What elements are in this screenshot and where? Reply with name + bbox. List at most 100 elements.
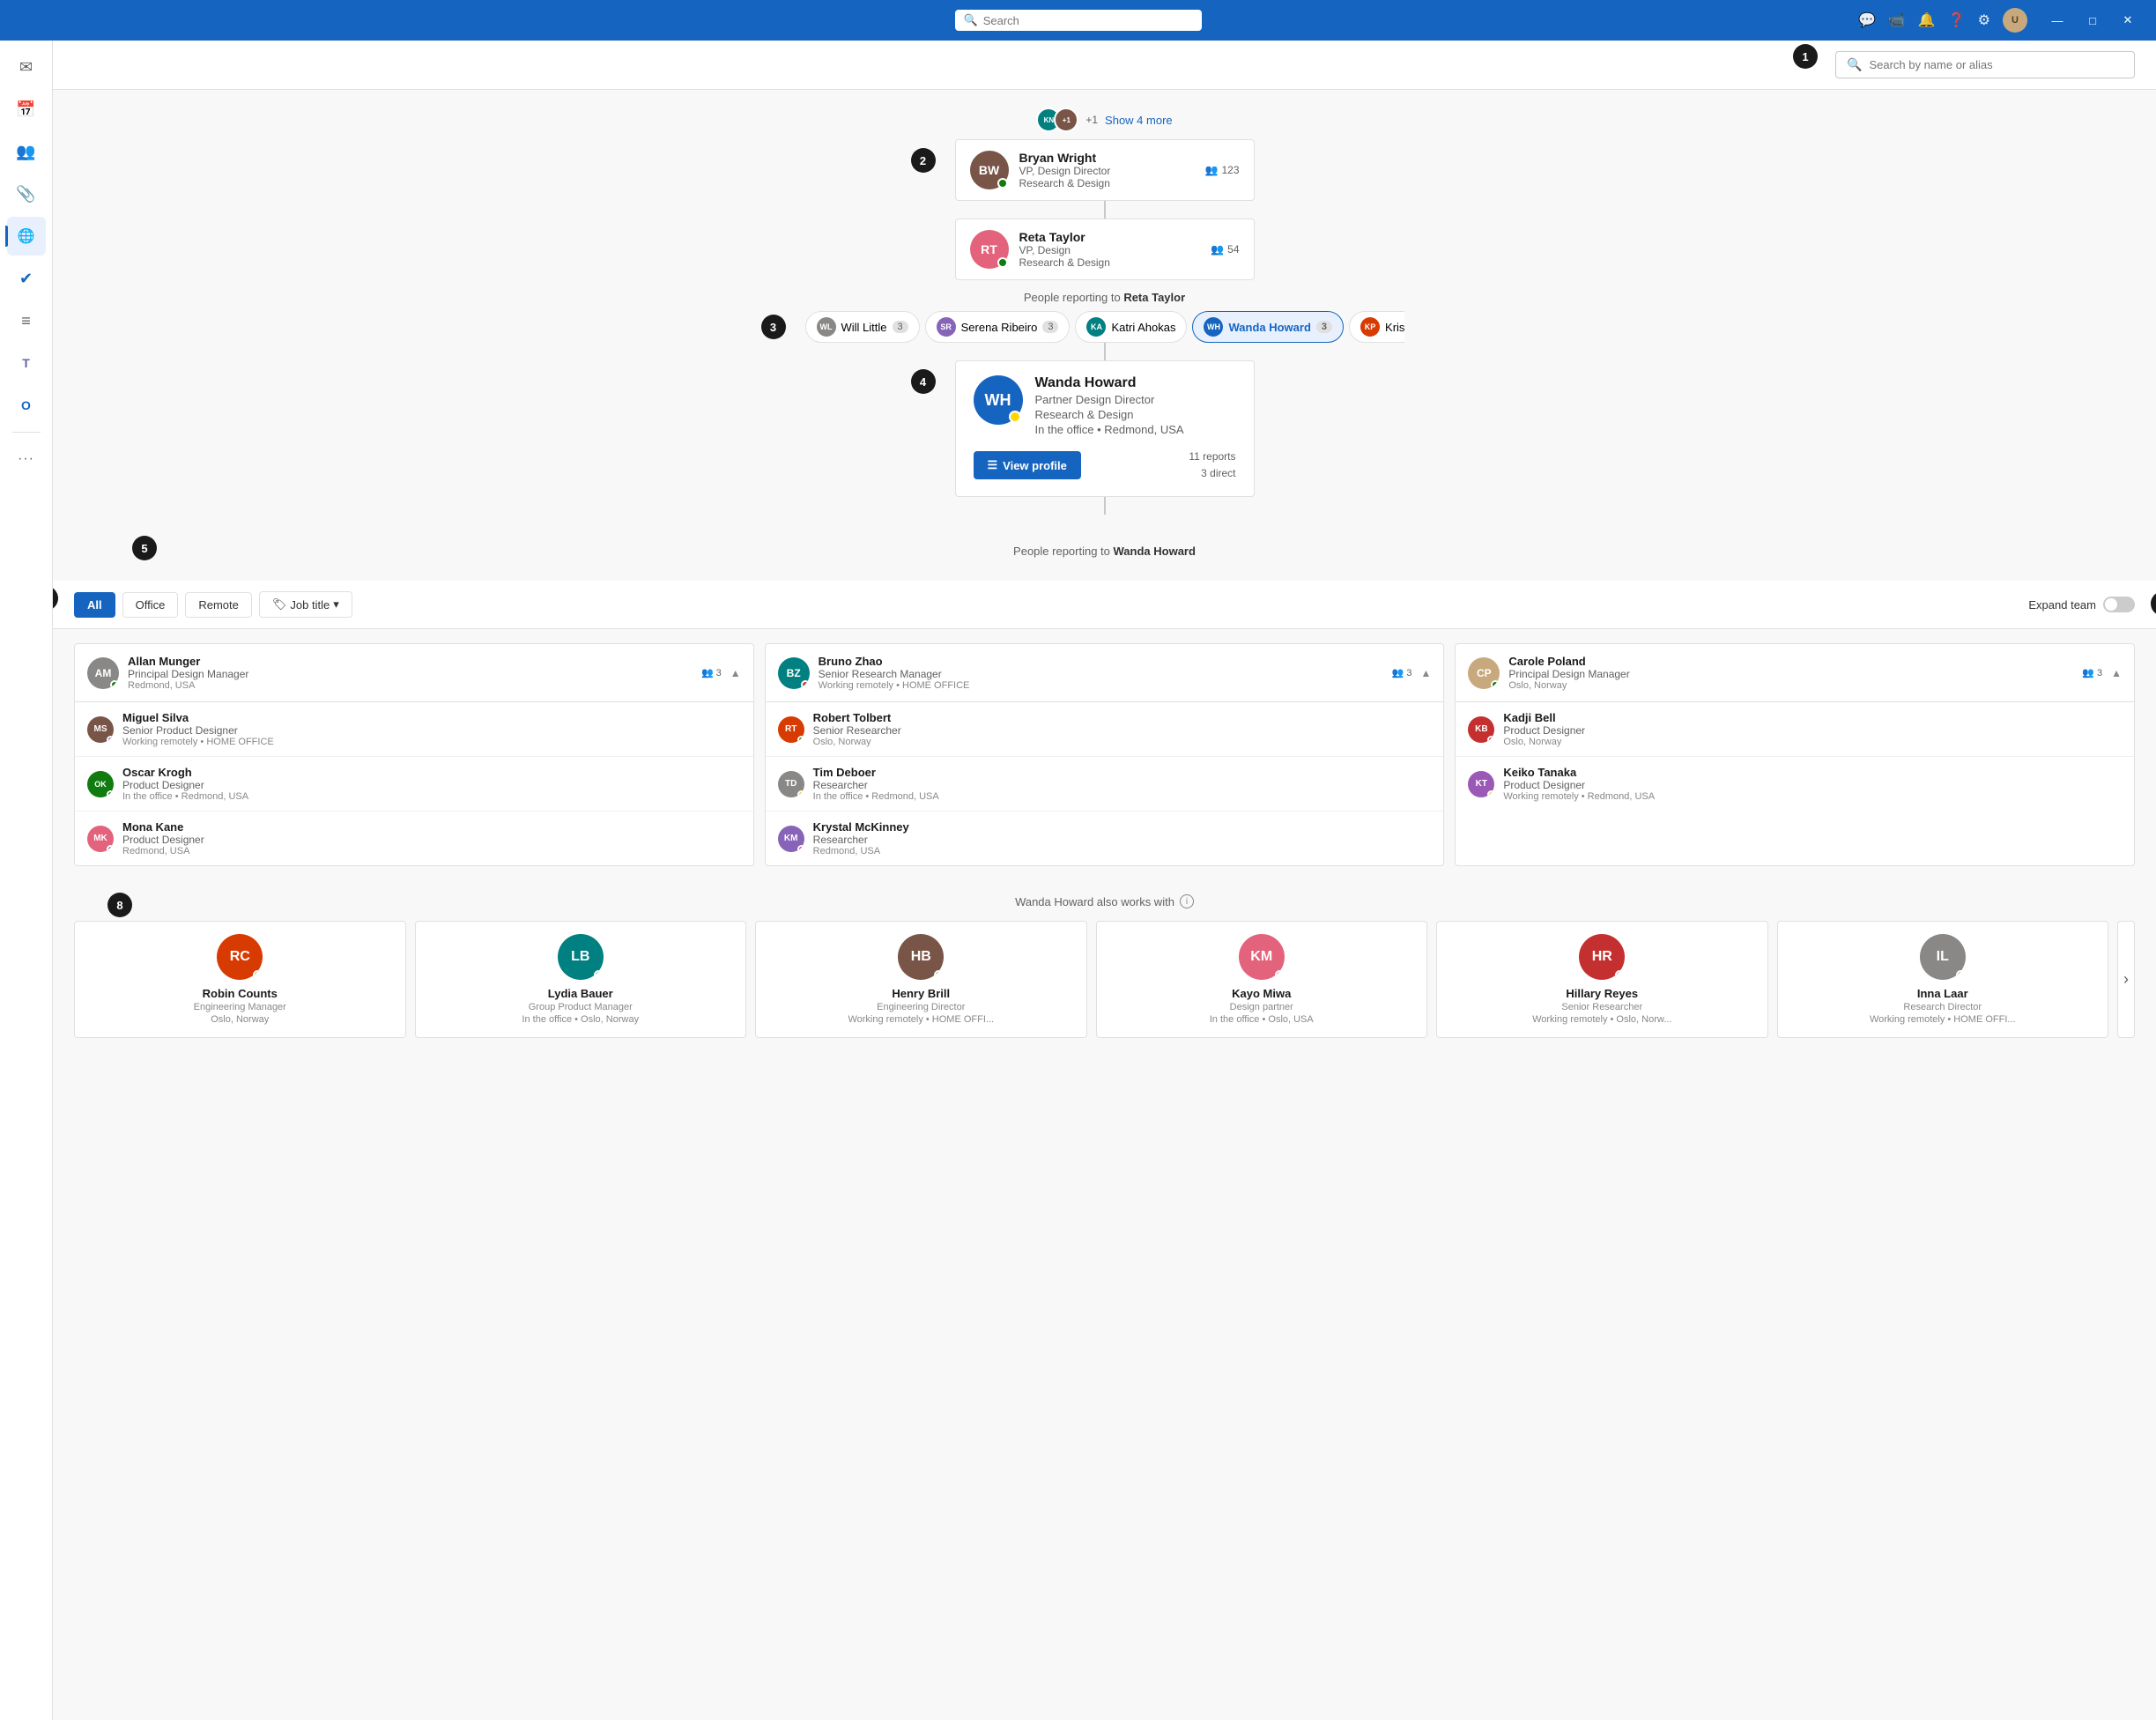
robert-loc: Oslo, Norway xyxy=(813,737,1432,747)
settings-icon[interactable]: ⚙ xyxy=(1978,11,1990,29)
collab-card-inna[interactable]: IL Inna Laar Research Director Working r… xyxy=(1777,921,2109,1038)
manager-row-carole[interactable]: CP Carole Poland Principal Design Manage… xyxy=(1456,644,2134,702)
wanda-howard-card: WH Wanda Howard Partner Design Director … xyxy=(955,360,1255,497)
sidebar-item-list[interactable]: ≡ xyxy=(7,301,46,340)
help-icon[interactable]: ❓ xyxy=(1948,11,1966,29)
mona-info: Mona Kane Product Designer Redmond, USA xyxy=(122,820,741,856)
manager-row-bruno[interactable]: BZ Bruno Zhao Senior Research Manager Wo… xyxy=(766,644,1444,702)
sidebar-item-orgchart[interactable]: 🌐 xyxy=(7,217,46,256)
expand-team-switch[interactable] xyxy=(2103,597,2135,612)
report-row-krystal[interactable]: KM Krystal McKinney Researcher Redmond, … xyxy=(766,812,1444,865)
bryan-title: VP, Design Director xyxy=(1019,165,1195,177)
bryan-name: Bryan Wright xyxy=(1019,151,1195,165)
person-card-reta[interactable]: RT Reta Taylor VP, Design Research & Des… xyxy=(955,219,1255,280)
sidebar-item-attach[interactable]: 📎 xyxy=(7,174,46,213)
carole-name: Carole Poland xyxy=(1508,655,2073,668)
inna-avatar: IL xyxy=(1920,934,1966,980)
apps-icon: O xyxy=(21,398,31,412)
reta-dept: Research & Design xyxy=(1019,256,1201,269)
also-works-title: Wanda Howard also works with i xyxy=(74,894,2135,908)
filter-office-button[interactable]: Office xyxy=(122,592,179,618)
sidebar-item-apps[interactable]: O xyxy=(7,386,46,425)
bryan-info: Bryan Wright VP, Design Director Researc… xyxy=(1019,151,1195,189)
list-icon: ≡ xyxy=(21,312,31,330)
org-search-box[interactable]: 🔍 xyxy=(1835,51,2135,78)
report-row-robert[interactable]: RT Robert Tolbert Senior Researcher Oslo… xyxy=(766,702,1444,757)
collab-card-hillary[interactable]: HR Hillary Reyes Senior Researcher Worki… xyxy=(1436,921,1768,1038)
kadji-info: Kadji Bell Product Designer Oslo, Norway xyxy=(1503,711,2122,747)
tab-will-little[interactable]: WL Will Little 3 xyxy=(805,311,920,343)
collab-card-henry[interactable]: HB Henry Brill Engineering Director Work… xyxy=(755,921,1087,1038)
allan-expand[interactable]: ▲ xyxy=(730,667,741,679)
plus-count: +1 xyxy=(1085,114,1098,126)
report-row-mona[interactable]: MK Mona Kane Product Designer Redmond, U… xyxy=(75,812,753,865)
sidebar-item-more[interactable]: ··· xyxy=(7,440,46,478)
show-more-button[interactable]: Show 4 more xyxy=(1105,114,1173,127)
tab-katri-ahokas[interactable]: KA Katri Ahokas xyxy=(1075,311,1187,343)
calendar-icon: 📅 xyxy=(16,100,35,119)
tab-kristin-name: Kristin Patte xyxy=(1385,321,1404,334)
robert-name: Robert Tolbert xyxy=(813,711,1432,724)
report-row-kadji[interactable]: KB Kadji Bell Product Designer Oslo, Nor… xyxy=(1456,702,2134,757)
nav-right-icon: › xyxy=(2123,970,2129,989)
hillary-title: Senior Researcher xyxy=(1561,1002,1642,1012)
kayo-loc: In the office • Oslo, USA xyxy=(1210,1014,1314,1025)
robert-info: Robert Tolbert Senior Researcher Oslo, N… xyxy=(813,711,1432,747)
close-button[interactable]: ✕ xyxy=(2110,0,2145,41)
collab-card-kayo[interactable]: KM Kayo Miwa Design partner In the offic… xyxy=(1096,921,1428,1038)
robert-status xyxy=(797,736,804,743)
bruno-expand[interactable]: ▲ xyxy=(1420,667,1431,679)
tim-loc: In the office • Redmond, USA xyxy=(813,791,1432,802)
sidebar-item-tasks[interactable]: ✔ xyxy=(7,259,46,298)
teams-icon: T xyxy=(22,356,30,370)
carole-loc: Oslo, Norway xyxy=(1508,680,2073,691)
title-search-input[interactable] xyxy=(983,14,1193,27)
allan-reports: 👥3 xyxy=(701,667,722,678)
title-search-box[interactable]: 🔍 xyxy=(955,10,1202,31)
meet-icon[interactable]: 📹 xyxy=(1888,11,1906,29)
carole-info: Carole Poland Principal Design Manager O… xyxy=(1508,655,2073,691)
report-row-tim[interactable]: TD Tim Deboer Researcher In the office •… xyxy=(766,757,1444,812)
sidebar-item-teams[interactable]: T xyxy=(7,344,46,382)
chat-icon[interactable]: 💬 xyxy=(1858,11,1876,29)
person-card-bryan[interactable]: BW Bryan Wright VP, Design Director Rese… xyxy=(955,139,1255,201)
view-profile-button[interactable]: ☰ View profile xyxy=(974,451,1081,479)
carole-expand[interactable]: ▲ xyxy=(2111,667,2122,679)
tab-serena-ribeiro[interactable]: SR Serena Ribeiro 3 xyxy=(925,311,1071,343)
lydia-name: Lydia Bauer xyxy=(548,987,613,1000)
maximize-button[interactable]: □ xyxy=(2075,0,2110,41)
lydia-avatar: LB xyxy=(558,934,604,980)
report-row-oscar[interactable]: OK Oscar Krogh Product Designer In the o… xyxy=(75,757,753,812)
sidebar-item-calendar[interactable]: 📅 xyxy=(7,90,46,129)
filter-all-button[interactable]: All xyxy=(74,592,115,618)
user-avatar[interactable]: U xyxy=(2003,8,2027,33)
report-row-keiko[interactable]: KT Keiko Tanaka Product Designer Working… xyxy=(1456,757,2134,811)
sidebar-item-mail[interactable]: ✉ xyxy=(7,48,46,86)
tab-will-badge: 3 xyxy=(893,321,908,333)
tab-serena-name: Serena Ribeiro xyxy=(961,321,1038,334)
kadji-name: Kadji Bell xyxy=(1503,711,2122,724)
kadji-loc: Oslo, Norway xyxy=(1503,737,2122,747)
also-works-nav-button[interactable]: › xyxy=(2117,921,2135,1038)
robert-avatar: RT xyxy=(778,716,804,743)
bryan-reports: 👥 123 xyxy=(1205,164,1240,176)
mona-name: Mona Kane xyxy=(122,820,741,834)
collab-card-robin[interactable]: RC Robin Counts Engineering Manager Oslo… xyxy=(74,921,406,1038)
bell-icon[interactable]: 🔔 xyxy=(1918,11,1936,29)
mona-title: Product Designer xyxy=(122,834,741,846)
connector-1 xyxy=(1104,201,1106,219)
filter-remote-button[interactable]: Remote xyxy=(185,592,252,618)
report-row-miguel[interactable]: MS Miguel Silva Senior Product Designer … xyxy=(75,702,753,757)
wanda-avatar: WH xyxy=(974,375,1023,425)
tab-kristin-patte[interactable]: KP Kristin Patte xyxy=(1349,311,1404,343)
sidebar-item-people[interactable]: 👥 xyxy=(7,132,46,171)
manager-row-allan[interactable]: AM Allan Munger Principal Design Manager… xyxy=(75,644,753,702)
org-search-input[interactable] xyxy=(1869,58,2123,71)
filter-jobtitle-button[interactable]: 🏷 Job title ▾ xyxy=(259,591,352,618)
collab-card-lydia[interactable]: LB Lydia Bauer Group Product Manager In … xyxy=(415,921,747,1038)
lydia-loc: In the office • Oslo, Norway xyxy=(522,1014,639,1025)
show-more-row: KN +1 +1 Show 4 more xyxy=(1036,108,1172,132)
minimize-button[interactable]: — xyxy=(2040,0,2075,41)
tab-wanda-howard[interactable]: WH Wanda Howard 3 xyxy=(1192,311,1344,343)
reta-name: Reta Taylor xyxy=(1019,230,1201,244)
